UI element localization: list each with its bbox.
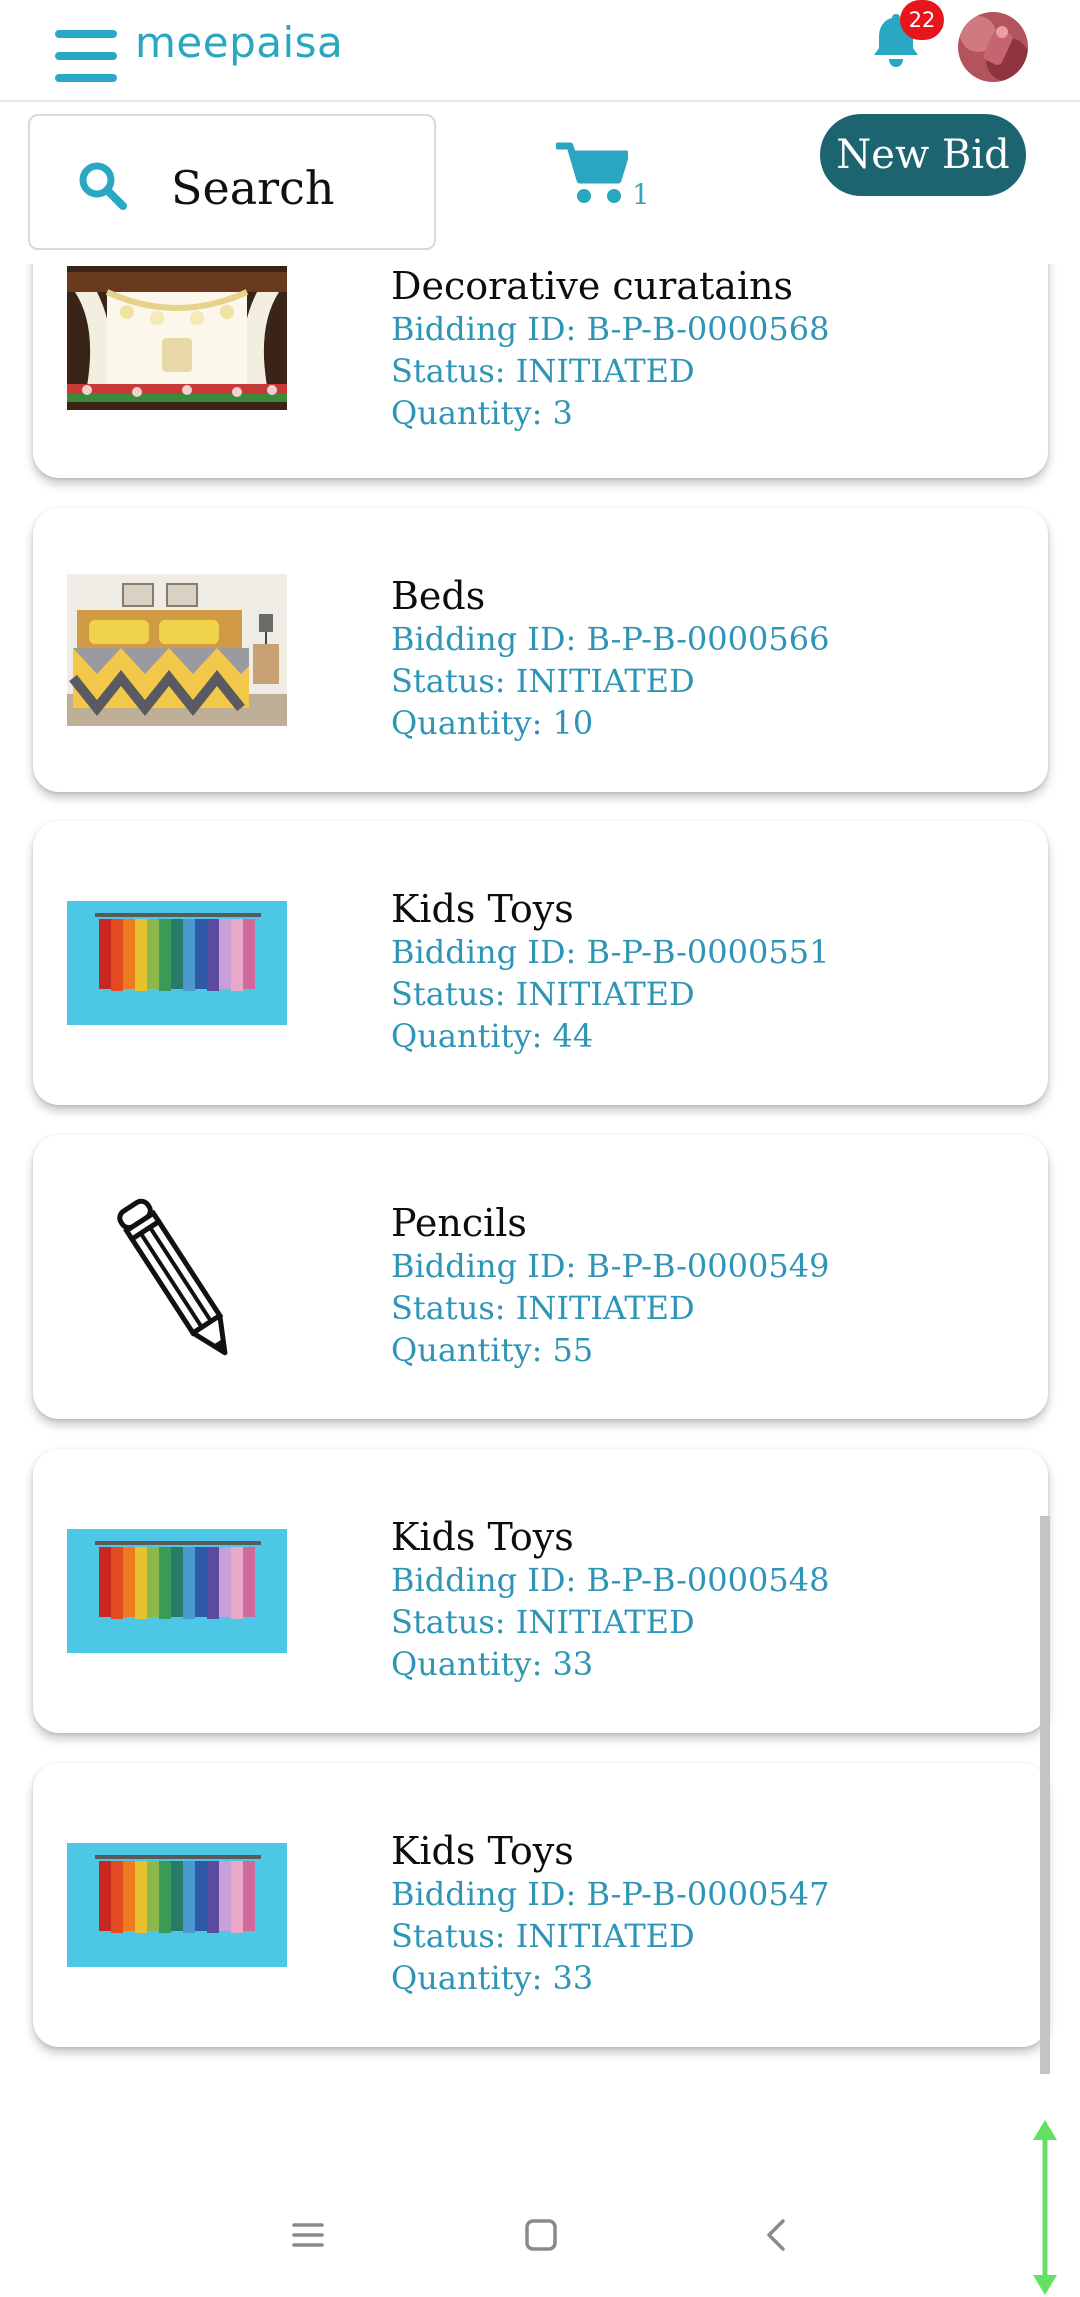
search-icon — [79, 162, 127, 210]
bid-id: Bidding ID: B-P-B-0000568 — [391, 310, 830, 348]
bid-id: Bidding ID: B-P-B-0000547 — [391, 1875, 830, 1913]
bid-status: Status: INITIATED — [391, 662, 695, 700]
bid-image-stage-decoration — [67, 266, 287, 410]
bid-image-bed — [67, 574, 287, 726]
bid-info: Kids Toys Bidding ID: B-P-B-0000547 Stat… — [391, 1829, 829, 1999]
bid-image-pencil — [67, 1191, 287, 1367]
bid-quantity: Quantity: 55 — [391, 1331, 594, 1369]
bid-status: Status: INITIATED — [391, 352, 695, 390]
bid-status: Status: INITIATED — [391, 975, 695, 1013]
bid-title: Kids Toys — [391, 887, 574, 931]
avatar[interactable] — [958, 12, 1028, 82]
gesture-arrow-icon — [1033, 2120, 1057, 2295]
hamburger-menu-icon[interactable] — [55, 30, 117, 84]
scrollbar-thumb[interactable] — [1040, 1516, 1050, 2074]
bid-title: Beds — [391, 574, 486, 618]
bid-quantity: Quantity: 44 — [391, 1017, 594, 1055]
bid-info: Beds Bidding ID: B-P-B-0000566 Status: I… — [391, 574, 829, 744]
cart-icon[interactable] — [556, 140, 628, 206]
search-placeholder: Search — [171, 161, 335, 215]
bid-title: Kids Toys — [391, 1829, 574, 1873]
bid-quantity: Quantity: 33 — [391, 1645, 594, 1683]
bid-title: Decorative curatains — [391, 264, 794, 308]
bid-quantity: Quantity: 3 — [391, 394, 573, 432]
bid-card[interactable]: Beds Bidding ID: B-P-B-0000566 Status: I… — [33, 508, 1048, 792]
new-bid-button[interactable]: New Bid — [820, 114, 1026, 196]
bid-quantity: Quantity: 33 — [391, 1959, 594, 1997]
bid-info: Decorative curatains Bidding ID: B-P-B-0… — [391, 264, 829, 434]
recents-icon[interactable] — [283, 2210, 333, 2260]
bid-card[interactable]: Kids Toys Bidding ID: B-P-B-0000548 Stat… — [33, 1449, 1048, 1733]
bid-status: Status: INITIATED — [391, 1603, 695, 1641]
app-bar: meepaisa 22 — [0, 0, 1080, 102]
bid-quantity: Quantity: 10 — [391, 704, 594, 742]
bid-card[interactable]: Pencils Bidding ID: B-P-B-0000549 Status… — [33, 1135, 1048, 1419]
search-input[interactable]: Search — [28, 114, 436, 250]
bid-info: Kids Toys Bidding ID: B-P-B-0000548 Stat… — [391, 1515, 829, 1685]
bid-id: Bidding ID: B-P-B-0000551 — [391, 933, 830, 971]
cart-count: 1 — [632, 178, 650, 211]
bid-status: Status: INITIATED — [391, 1289, 695, 1327]
bid-image-clothes-rack — [67, 1529, 287, 1653]
bid-id: Bidding ID: B-P-B-0000549 — [391, 1247, 830, 1285]
bid-info: Pencils Bidding ID: B-P-B-0000549 Status… — [391, 1201, 829, 1371]
bid-image-clothes-rack — [67, 1843, 287, 1967]
bid-title: Kids Toys — [391, 1515, 574, 1559]
bid-id: Bidding ID: B-P-B-0000548 — [391, 1561, 830, 1599]
notification-badge: 22 — [900, 0, 944, 40]
home-icon[interactable] — [516, 2210, 566, 2260]
bid-image-clothes-rack — [67, 901, 287, 1025]
bid-card[interactable]: Kids Toys Bidding ID: B-P-B-0000547 Stat… — [33, 1763, 1048, 2047]
bid-title: Pencils — [391, 1201, 527, 1245]
toolbar: Search 1 New Bid — [0, 102, 1080, 264]
bid-list[interactable]: Decorative curatains Bidding ID: B-P-B-0… — [0, 0, 1080, 2170]
bid-id: Bidding ID: B-P-B-0000566 — [391, 620, 830, 658]
bid-status: Status: INITIATED — [391, 1917, 695, 1955]
bid-info: Kids Toys Bidding ID: B-P-B-0000551 Stat… — [391, 887, 829, 1057]
app-brand: meepaisa — [135, 18, 344, 67]
system-nav-bar — [0, 2170, 1080, 2297]
bid-card[interactable]: Kids Toys Bidding ID: B-P-B-0000551 Stat… — [33, 821, 1048, 1105]
back-icon[interactable] — [752, 2210, 802, 2260]
